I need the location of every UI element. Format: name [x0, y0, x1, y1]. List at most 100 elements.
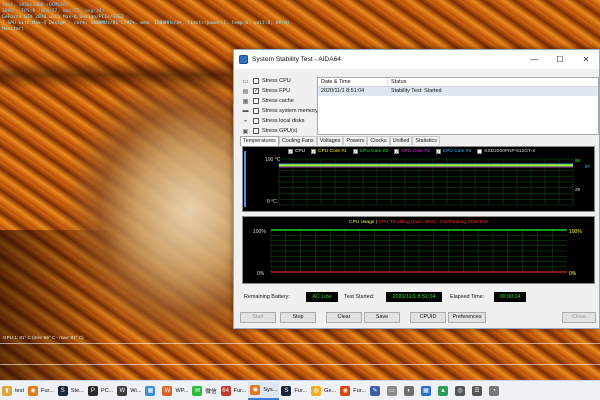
maximize-button[interactable]: ☐ — [547, 50, 573, 69]
stress-memory-option[interactable]: ▬ Stress system memory — [241, 106, 321, 116]
log-column-status[interactable]: Status — [388, 78, 406, 86]
log-row-time: 2020/11/1 8:51:04 — [318, 87, 388, 96]
taskbar-item[interactable]: 64 Fur... — [219, 382, 249, 400]
legend-cpu-checkbox[interactable]: ✓ — [288, 149, 293, 154]
taskbar-item[interactable]: ◔ — [487, 382, 504, 400]
disk-icon: ◒ — [243, 118, 248, 124]
stress-cpu-checkbox[interactable] — [253, 78, 259, 84]
legend-core1-checkbox[interactable]: ✓ — [311, 149, 317, 154]
legend-core2[interactable]: ✓ CPU Core #2 — [352, 149, 389, 154]
legend-core2-label: CPU Core #2 — [359, 149, 389, 154]
battery-value: AC Line — [306, 292, 338, 302]
test-started-label: Test Started: — [344, 294, 375, 300]
stress-disks-option[interactable]: ◒ Stress local disks — [241, 116, 321, 126]
app-icon-2: ✎ — [370, 385, 380, 396]
taskbar-item[interactable]: W WP... — [160, 382, 190, 400]
stress-cpu-label: Stress CPU — [262, 78, 291, 84]
legend-core3[interactable]: ✓ CPU Core #3 — [394, 149, 430, 154]
tab-temperatures[interactable]: Temperatures — [240, 136, 279, 146]
legend-ssd-label: SSD2000PNP-512GT-S — [484, 149, 536, 154]
taskbar-item[interactable]: ▦ — [419, 382, 436, 400]
app-icon-1: ▦ — [145, 385, 156, 396]
steam-icon-2: S — [281, 385, 292, 396]
preferences-button[interactable]: Preferences — [448, 312, 486, 323]
legend-core3-checkbox[interactable]: ✓ — [394, 149, 400, 154]
taskbar-item-label: Fur... — [41, 387, 54, 394]
log-table[interactable]: Date & Time Status 2020/11/1 8:51:04 Sta… — [317, 77, 599, 135]
battery-label: Remaining Battery: — [244, 294, 290, 300]
save-button[interactable]: Save — [364, 312, 400, 323]
window-icon: W — [117, 385, 128, 396]
stress-cache-option[interactable]: ▦ Stress cache — [241, 96, 321, 106]
cpuid-button[interactable]: CPUID — [410, 312, 446, 323]
legend-core1[interactable]: ✓ CPU Core #1 — [311, 149, 347, 154]
taskbar-item-label: Fur... — [294, 387, 308, 394]
taskbar-item[interactable]: ☰ — [470, 382, 487, 400]
furmark-icon-2: ◉ — [250, 384, 261, 395]
temperature-graph-canvas: 100 °C 0 °C 98 97 29 — [244, 151, 591, 207]
taskbar-item[interactable]: S Fur... — [279, 382, 309, 400]
tab-cooling-fans[interactable]: Cooling Fans — [278, 136, 317, 145]
taskbar-item[interactable]: ◎ — [453, 382, 470, 400]
taskbar-item[interactable]: ✎ — [368, 382, 385, 400]
stress-gpu-checkbox[interactable] — [253, 128, 259, 134]
temp-y-bottom-label: 0 °C — [267, 199, 277, 205]
stress-gpu-option[interactable]: ▣ Stress GPU(s) — [241, 126, 321, 136]
legend-cpu[interactable]: ✓ CPU — [288, 149, 305, 154]
stress-cache-checkbox[interactable] — [253, 98, 259, 104]
minimize-button[interactable]: — — [521, 50, 547, 69]
stress-fpu-option[interactable]: ▤ ✓ Stress FPU — [241, 86, 321, 96]
tab-powers[interactable]: Powers — [343, 136, 368, 145]
taskbar-item[interactable]: ◉ Sys... — [248, 381, 280, 400]
clear-button[interactable]: Clear — [326, 312, 362, 323]
close-window-button[interactable]: ✕ — [573, 50, 599, 69]
log-row[interactable]: 2020/11/1 8:51:04 Stability Test: Starte… — [318, 87, 598, 96]
taskbar-item[interactable]: ▲ — [436, 382, 453, 400]
osd-line-4: [ GPU with Max-Q Design - core: 1080MHz/… — [2, 21, 290, 26]
tab-voltages[interactable]: Voltages — [316, 136, 344, 145]
window-titlebar[interactable]: System Stability Test - AIDA64 — ☐ ✕ — [234, 50, 599, 69]
start-button[interactable]: Start — [240, 312, 276, 323]
taskbar-item[interactable]: ◉ Fur... — [26, 382, 56, 400]
legend-core2-checkbox[interactable]: ✓ — [352, 149, 358, 154]
log-column-datetime[interactable]: Date & Time — [318, 78, 388, 86]
taskbar-item[interactable]: ◉ Fur... — [338, 382, 368, 400]
stress-memory-checkbox[interactable] — [253, 108, 259, 114]
taskbar-item[interactable]: ▭ — [385, 382, 402, 400]
taskbar-item[interactable]: ✉ 微信 — [190, 382, 218, 400]
legend-ssd-checkbox[interactable] — [477, 149, 483, 154]
cpu-y-bottom-label: 0% — [257, 271, 265, 277]
temp-right-mid-value: 29 — [575, 187, 581, 192]
cpu-y-top-label: 100% — [253, 229, 266, 235]
app-icon-5: ▦ — [421, 385, 431, 396]
taskbar-item-label: Ge... — [324, 387, 337, 394]
app-icon-3: ▭ — [387, 385, 397, 396]
tab-clocks[interactable]: Clocks — [367, 136, 390, 145]
stress-disks-checkbox[interactable] — [253, 118, 259, 124]
tab-unified[interactable]: Unified — [389, 136, 413, 145]
temp-right-top-alt-value: 97 — [585, 164, 591, 169]
stress-fpu-checkbox[interactable]: ✓ — [253, 88, 259, 94]
cpu-throttling-title: CPU Throttling (max: 45%) - Overheating … — [378, 220, 488, 225]
taskbar-item[interactable]: P PC... — [86, 382, 115, 400]
tab-statistics[interactable]: Statistics — [412, 136, 440, 145]
stress-options: ▭ Stress CPU ▤ ✓ Stress FPU ▦ Stress cac… — [241, 76, 321, 136]
taskbar-item[interactable]: ◐ — [402, 382, 419, 400]
temperature-graph: 100 °C 0 °C 98 97 29 ✓ CPU ✓ CPU Core #1… — [242, 146, 595, 212]
taskbar-item[interactable]: ▮ test — [0, 382, 26, 400]
wechat-icon: ✉ — [192, 385, 203, 396]
cpu-icon: ▭ — [242, 78, 249, 85]
stress-cpu-option[interactable]: ▭ Stress CPU — [241, 76, 321, 86]
legend-core4[interactable]: ✓ CPU Core #4 — [435, 149, 471, 154]
legend-core4-checkbox[interactable]: ✓ — [435, 149, 441, 154]
taskbar-item[interactable]: S Ste... — [56, 382, 86, 400]
cpu-grid — [270, 229, 567, 273]
close-button[interactable]: Close — [562, 312, 596, 323]
stop-button[interactable]: Stop — [280, 312, 316, 323]
taskbar-item[interactable]: W Wi... — [115, 382, 143, 400]
taskbar-item[interactable]: ◍ Ge... — [309, 382, 338, 400]
taskbar-item[interactable]: ▦ — [143, 382, 160, 400]
background-shade-left — [0, 230, 120, 380]
legend-ssd[interactable]: SSD2000PNP-512GT-S — [477, 149, 535, 154]
stress-fpu-label: Stress FPU — [262, 88, 291, 94]
